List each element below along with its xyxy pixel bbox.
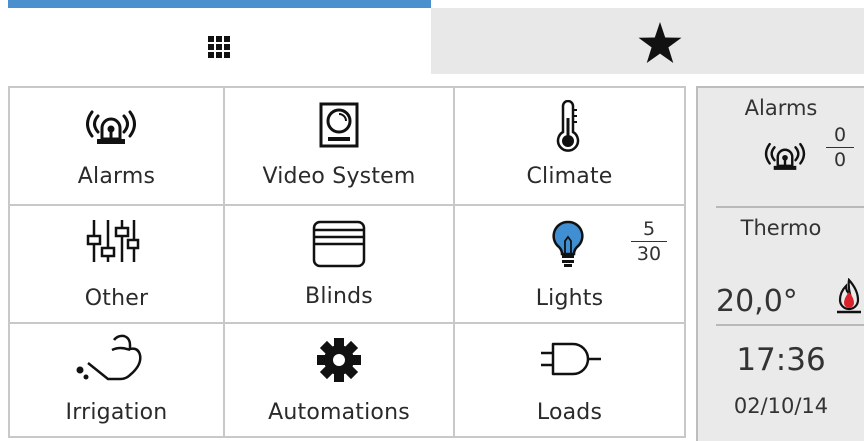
sliders-icon xyxy=(86,220,140,262)
plug-icon xyxy=(541,342,601,376)
star-icon xyxy=(638,22,682,63)
tile-automations[interactable]: Automations xyxy=(225,324,453,438)
blinds-icon xyxy=(312,220,366,268)
tab-apps[interactable] xyxy=(8,0,431,74)
alarm-siren-icon xyxy=(764,142,806,170)
tile-video-system[interactable]: Video System xyxy=(225,88,453,204)
status-panel: Alarms 0 0 Thermo 20,0° 17:36 02/10/14 xyxy=(696,86,864,441)
tile-blinds[interactable]: Blinds xyxy=(225,206,453,322)
flame-icon xyxy=(837,278,861,314)
tile-other[interactable]: Other xyxy=(10,206,223,322)
tile-loads[interactable]: Loads xyxy=(455,324,684,438)
tile-climate-label: Climate xyxy=(526,164,613,189)
clock-time: 17:36 xyxy=(736,342,826,378)
tile-irrigation[interactable]: Irrigation xyxy=(10,324,223,438)
tab-bar xyxy=(0,0,864,78)
gear-icon xyxy=(317,338,361,382)
tile-alarms-label: Alarms xyxy=(77,164,156,189)
tile-loads-label: Loads xyxy=(536,400,603,425)
tile-climate[interactable]: Climate xyxy=(455,88,684,204)
tile-automations-label: Automations xyxy=(268,400,410,425)
alarms-counter: 0 0 xyxy=(826,124,854,171)
panel-divider xyxy=(716,324,864,326)
grid-icon xyxy=(208,36,230,58)
watering-can-icon xyxy=(76,334,142,381)
lights-total-count: 30 xyxy=(636,243,662,265)
lights-on-count: 5 xyxy=(642,218,656,240)
function-grid: Alarms Video System Climate Other Blinds… xyxy=(8,86,686,438)
panel-divider xyxy=(716,206,864,208)
alarms-total-count: 0 xyxy=(833,149,847,171)
tab-favorites[interactable] xyxy=(431,0,864,74)
alarms-panel-title: Alarms xyxy=(744,96,818,120)
tile-lights-label: Lights xyxy=(535,286,604,311)
lights-counter: 5 30 xyxy=(631,218,667,265)
tile-video-system-label: Video System xyxy=(262,164,416,189)
clock-date: 02/10/14 xyxy=(733,394,829,418)
video-door-panel-icon xyxy=(319,102,359,148)
temperature-value: 20,0° xyxy=(716,284,798,319)
thermo-panel-title: Thermo xyxy=(740,216,822,240)
tile-irrigation-label: Irrigation xyxy=(65,400,168,425)
tile-alarms[interactable]: Alarms xyxy=(10,88,223,204)
light-bulb-icon xyxy=(552,220,584,267)
tile-other-label: Other xyxy=(84,286,149,311)
alarm-siren-icon xyxy=(86,110,136,144)
tile-lights[interactable]: 5 30 Lights xyxy=(455,206,684,322)
tile-blinds-label: Blinds xyxy=(305,284,373,309)
alarms-active-count: 0 xyxy=(833,124,847,146)
thermometer-icon xyxy=(556,100,580,152)
